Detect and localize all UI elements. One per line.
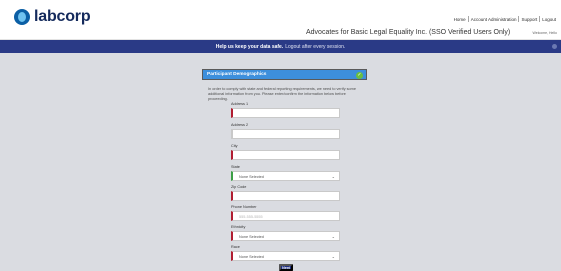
nav-support-link[interactable]: Support bbox=[519, 17, 539, 22]
address1-input[interactable] bbox=[231, 108, 340, 118]
address2-input[interactable] bbox=[231, 129, 340, 139]
form-title: Participant Demographics bbox=[207, 72, 267, 77]
next-button[interactable]: Next bbox=[279, 264, 293, 271]
address1-field: Address 1 bbox=[231, 102, 340, 118]
logo-text: labcorp bbox=[34, 8, 91, 25]
phone-number-field: Phone Number 555-555-5555 bbox=[231, 205, 340, 221]
ethnicity-selected-value: None Selected bbox=[239, 234, 264, 239]
labcorp-logo-icon bbox=[14, 9, 30, 25]
top-navigation: Home Account Administration Support Logo… bbox=[452, 16, 558, 22]
chevron-down-icon: ⌄ bbox=[331, 174, 335, 179]
state-select[interactable]: None Selected ⌄ bbox=[231, 171, 340, 181]
welcome-text: Welcome, Hello bbox=[532, 31, 557, 35]
phone-number-input[interactable]: 555-555-5555 bbox=[231, 211, 340, 221]
chevron-down-icon: ⌄ bbox=[331, 254, 335, 259]
nav-home-link[interactable]: Home bbox=[452, 17, 468, 22]
banner-bold-text: Help us keep your data safe. bbox=[215, 43, 284, 50]
address2-field: Address 2 bbox=[231, 123, 340, 139]
chevron-down-icon: ⌄ bbox=[331, 234, 335, 239]
nav-account-administration-link[interactable]: Account Administration bbox=[469, 17, 519, 22]
race-field: Race None Selected ⌄ bbox=[231, 245, 340, 261]
zip-code-field: Zip Code bbox=[231, 185, 340, 201]
banner-close-icon[interactable] bbox=[552, 44, 557, 49]
ethnicity-select[interactable]: None Selected ⌄ bbox=[231, 231, 340, 241]
race-selected-value: None Selected bbox=[239, 254, 264, 259]
zip-code-input[interactable] bbox=[231, 191, 340, 201]
nav-logout-link[interactable]: Logout bbox=[540, 17, 558, 22]
organization-title: Advocates for Basic Legal Equality Inc. … bbox=[306, 29, 511, 36]
city-field: City bbox=[231, 144, 340, 160]
city-input[interactable] bbox=[231, 150, 340, 160]
phone-number-placeholder: 555-555-5555 bbox=[239, 214, 263, 219]
labcorp-logo[interactable]: labcorp bbox=[14, 8, 91, 26]
state-field: State None Selected ⌄ bbox=[231, 165, 340, 181]
form-card-header: Participant Demographics ✓ bbox=[202, 69, 367, 80]
form-intro-text: In order to comply with state and federa… bbox=[208, 87, 356, 101]
check-icon: ✓ bbox=[356, 72, 363, 79]
ethnicity-field: Ethnicity None Selected ⌄ bbox=[231, 225, 340, 241]
banner-text: Logout after every session. bbox=[285, 43, 346, 50]
state-selected-value: None Selected bbox=[239, 174, 264, 179]
security-banner: Help us keep your data safe. Logout afte… bbox=[0, 40, 561, 53]
race-select[interactable]: None Selected ⌄ bbox=[231, 251, 340, 261]
top-bar: labcorp Home Account Administration Supp… bbox=[0, 0, 561, 40]
